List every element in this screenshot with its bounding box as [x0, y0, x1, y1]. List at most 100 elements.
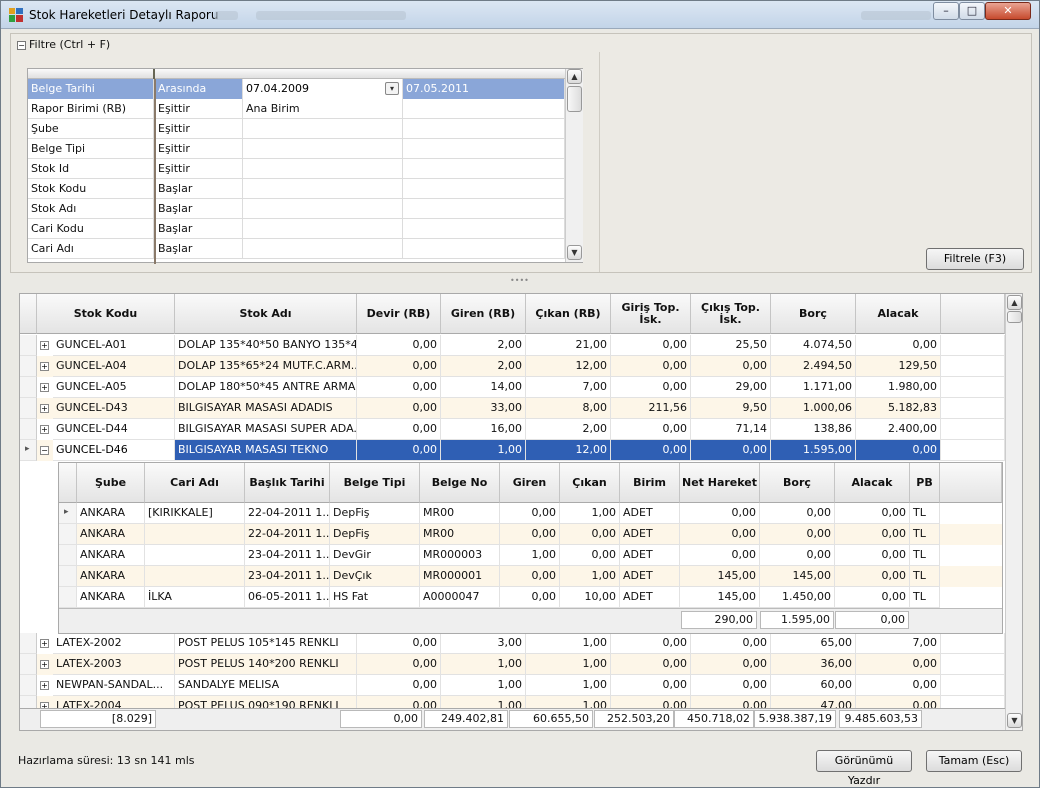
collapse-row-icon[interactable]: −	[40, 446, 49, 455]
detail-column-header[interactable]: Çıkan	[560, 463, 620, 503]
detail-column-header[interactable]: Belge Tipi	[330, 463, 420, 503]
column-header[interactable]: Devir (RB)	[357, 294, 441, 334]
filter-cell-v2[interactable]	[403, 119, 565, 139]
grid-scrollbar[interactable]: ▲ ▼	[1005, 294, 1022, 730]
scroll-up-icon[interactable]: ▲	[1007, 295, 1022, 310]
expand-row-icon[interactable]: +	[40, 660, 49, 669]
detail-row[interactable]: ANKARA 22-04-2011 1... DepFiş MR00 0,00 0,00 A…	[59, 524, 1002, 545]
column-header[interactable]: Stok Adı	[175, 294, 357, 334]
filter-header[interactable]: − Filtre (Ctrl + F)	[17, 38, 110, 51]
filter-cell-op[interactable]: Başlar	[155, 199, 243, 219]
scroll-thumb[interactable]	[567, 86, 582, 112]
scroll-down-icon[interactable]: ▼	[567, 245, 582, 260]
table-row[interactable]: NEWPAN-SANDAL... SANDALYE MELISA 0,00 1,00 1…	[20, 675, 1005, 696]
detail-column-header[interactable]: Alacak	[835, 463, 910, 503]
expand-row-icon[interactable]: +	[40, 425, 49, 434]
filter-cell-v2[interactable]	[403, 159, 565, 179]
column-header[interactable]: Giren (RB)	[441, 294, 526, 334]
table-row[interactable]: ▸ GUNCEL-D46 BILGISAYAR MASASI TEKNO 0,00 1,…	[20, 440, 1005, 461]
filter-cell-v2[interactable]: 07.05.2011	[403, 79, 565, 99]
filter-cell-v1[interactable]: Ana Birim	[243, 99, 403, 119]
close-button[interactable]: ✕	[985, 2, 1031, 20]
filter-cell-op[interactable]: Başlar	[155, 219, 243, 239]
filter-cell-v1[interactable]: 07.04.2009	[243, 79, 403, 99]
scroll-up-icon[interactable]: ▲	[567, 69, 582, 84]
filter-cell-v2[interactable]	[403, 179, 565, 199]
expand-row-icon[interactable]: +	[40, 404, 49, 413]
table-row[interactable]: GUNCEL-D43 BILGISAYAR MASASI ADADIS 0,00 33…	[20, 398, 1005, 419]
detail-row[interactable]: ANKARA İLKA 06-05-2011 1... HS Fat A0000047 0…	[59, 587, 1002, 608]
column-header[interactable]: Çıkan (RB)	[526, 294, 611, 334]
chevron-down-icon[interactable]: ▾	[385, 82, 399, 95]
filter-cell-v2[interactable]	[403, 219, 565, 239]
filter-cell-v2[interactable]	[403, 199, 565, 219]
ok-button[interactable]: Tamam (Esc)	[926, 750, 1022, 772]
filter-cell-v1[interactable]	[243, 119, 403, 139]
filter-button[interactable]: Filtrele (F3)	[926, 248, 1024, 270]
table-row[interactable]: LATEX-2002 POST PELUS 105*145 RENKLI 0,00 3…	[20, 633, 1005, 654]
collapse-icon[interactable]: −	[17, 40, 26, 50]
detail-column-header[interactable]: Birim	[620, 463, 680, 503]
print-view-button[interactable]: Görünümü Yazdır	[816, 750, 912, 787]
scroll-thumb[interactable]	[1007, 311, 1022, 323]
filter-cell-op[interactable]: Eşittir	[155, 119, 243, 139]
column-header[interactable]: Alacak	[856, 294, 941, 334]
minimize-button[interactable]: –	[933, 2, 959, 20]
filter-cell-op[interactable]: Arasında	[155, 79, 243, 99]
table-row[interactable]: LATEX-2003 POST PELUS 140*200 RENKLI 0,00 1…	[20, 654, 1005, 675]
filter-cell-v2[interactable]	[403, 99, 565, 119]
filter-row[interactable]: Cari Kodu Başlar	[28, 219, 565, 239]
detail-row[interactable]: ANKARA 23-04-2011 1... DevGir MR000003 1,00 0…	[59, 545, 1002, 566]
detail-column-header[interactable]: Net Hareket	[680, 463, 760, 503]
filter-row[interactable]: Cari Adı Başlar	[28, 239, 565, 259]
filter-row[interactable]: Belge Tipi Eşittir	[28, 139, 565, 159]
expand-row-icon[interactable]: +	[40, 341, 49, 350]
expand-row-icon[interactable]: +	[40, 362, 49, 371]
filter-cell-v2[interactable]	[403, 239, 565, 259]
detail-column-header[interactable]: PB	[910, 463, 940, 503]
filter-cell-field: Stok Id	[28, 159, 154, 179]
scroll-down-icon[interactable]: ▼	[1007, 713, 1022, 728]
filter-cell-v1[interactable]	[243, 159, 403, 179]
column-header[interactable]: Stok Kodu	[37, 294, 175, 334]
filter-cell-op[interactable]: Eşittir	[155, 139, 243, 159]
column-header[interactable]: Borç	[771, 294, 856, 334]
panel-splitter-grip[interactable]: ••••	[510, 276, 529, 285]
column-header[interactable]: Giriş Top. İsk.	[611, 294, 691, 334]
filter-cell-op[interactable]: Başlar	[155, 179, 243, 199]
filter-row[interactable]: Stok Id Eşittir	[28, 159, 565, 179]
detail-column-header[interactable]: Belge No	[420, 463, 500, 503]
filter-row[interactable]: Stok Kodu Başlar	[28, 179, 565, 199]
filter-cell-v1[interactable]	[243, 219, 403, 239]
filter-cell-v1[interactable]	[243, 179, 403, 199]
filter-cell-v1[interactable]	[243, 139, 403, 159]
filter-row[interactable]: Rapor Birimi (RB) Eşittir Ana Birim	[28, 99, 565, 119]
splitter[interactable]	[599, 52, 600, 272]
filter-cell-op[interactable]: Eşittir	[155, 159, 243, 179]
column-header[interactable]: Çıkış Top. İsk.	[691, 294, 771, 334]
table-row[interactable]: GUNCEL-A04 DOLAP 135*65*24 MUTF.C.ARM... 0…	[20, 356, 1005, 377]
detail-row[interactable]: ANKARA 23-04-2011 1... DevÇık MR000001 0,00 1…	[59, 566, 1002, 587]
table-row[interactable]: GUNCEL-D44 BILGISAYAR MASASI SUPER ADA...…	[20, 419, 1005, 440]
filter-cell-op[interactable]: Başlar	[155, 239, 243, 259]
filter-row[interactable]: Belge Tarihi Arasında 07.04.2009 07.05.2011…	[28, 79, 565, 99]
expand-row-icon[interactable]: +	[40, 383, 49, 392]
detail-row[interactable]: ▸ ANKARA [KIRIKKALE] 22-04-2011 1... DepFiş M…	[59, 503, 1002, 524]
filter-scrollbar[interactable]: ▲ ▼	[565, 69, 583, 262]
maximize-button[interactable]: □	[959, 2, 985, 20]
expand-row-icon[interactable]: +	[40, 681, 49, 690]
filter-cell-v2[interactable]	[403, 139, 565, 159]
detail-column-header[interactable]: Giren	[500, 463, 560, 503]
detail-column-header[interactable]: Başlık Tarihi	[245, 463, 330, 503]
expand-row-icon[interactable]: +	[40, 639, 49, 648]
table-row[interactable]: GUNCEL-A01 DOLAP 135*40*50 BANYO 135*4...…	[20, 335, 1005, 356]
filter-cell-v1[interactable]	[243, 199, 403, 219]
filter-cell-v1[interactable]	[243, 239, 403, 259]
filter-row[interactable]: Stok Adı Başlar	[28, 199, 565, 219]
detail-column-header[interactable]: Cari Adı	[145, 463, 245, 503]
table-row[interactable]: GUNCEL-A05 DOLAP 180*50*45 ANTRE ARMA... 0…	[20, 377, 1005, 398]
filter-cell-op[interactable]: Eşittir	[155, 99, 243, 119]
filter-row[interactable]: Şube Eşittir	[28, 119, 565, 139]
detail-column-header[interactable]: Şube	[77, 463, 145, 503]
detail-column-header[interactable]: Borç	[760, 463, 835, 503]
